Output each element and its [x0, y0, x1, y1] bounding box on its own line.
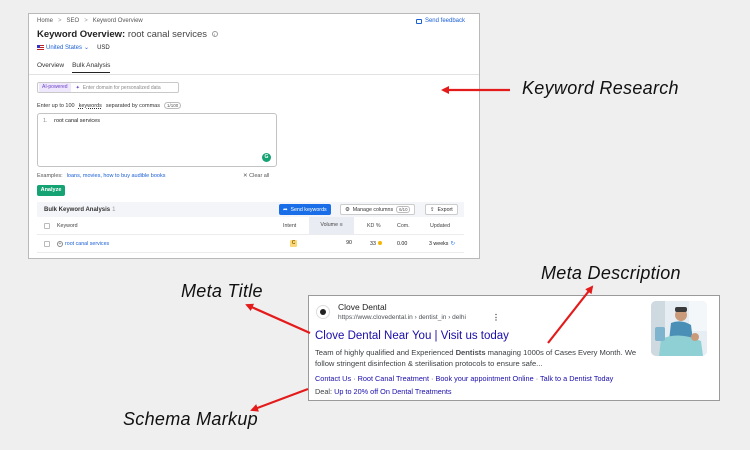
arrow-meta-title [245, 303, 311, 335]
callout-arrows [245, 86, 594, 412]
arrow-schema-markup [250, 387, 309, 412]
arrow-meta-description [547, 285, 594, 344]
